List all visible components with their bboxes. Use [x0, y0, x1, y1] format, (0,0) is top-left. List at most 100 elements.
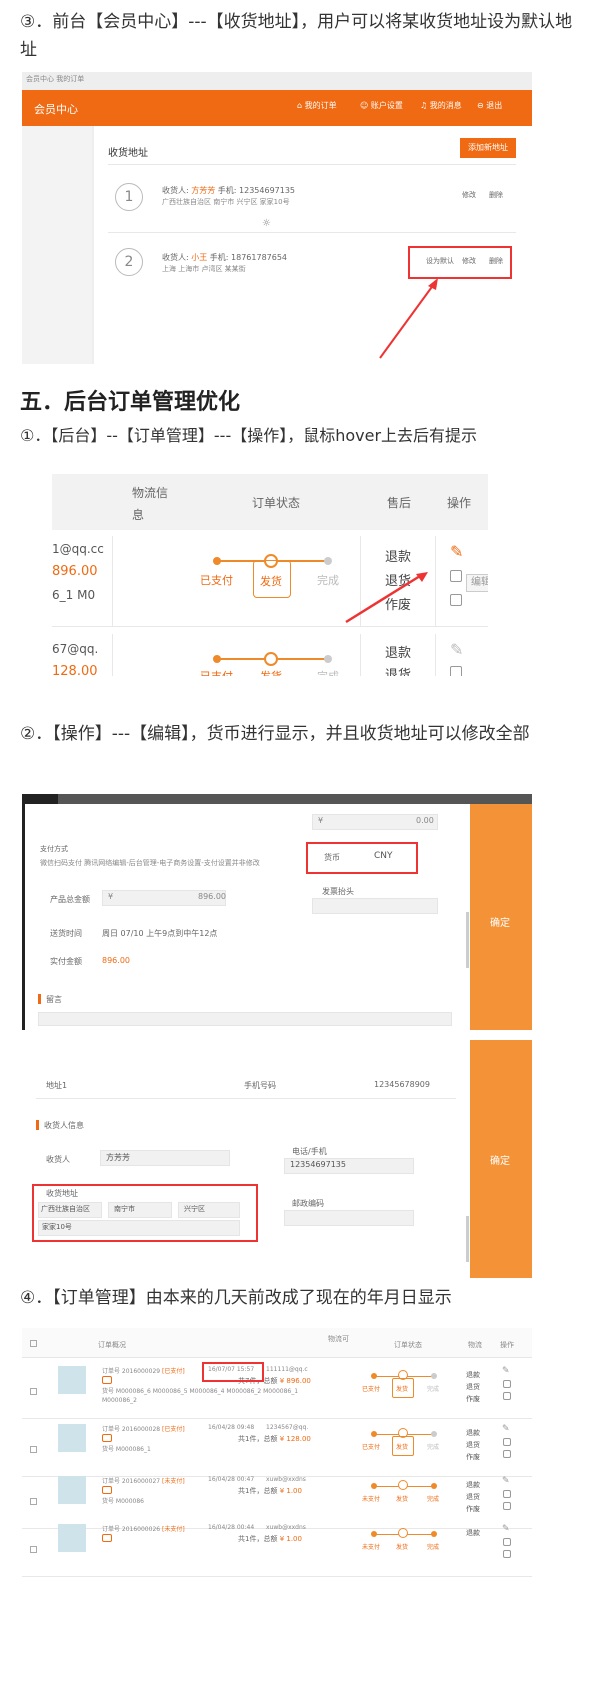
highlight-box — [32, 1184, 258, 1242]
invoice-input[interactable] — [312, 898, 438, 914]
delete-link-1[interactable]: 删除 — [489, 190, 503, 200]
progress-dot — [213, 557, 221, 565]
receiver-label: 收货人: — [162, 186, 192, 195]
edit-icon[interactable]: ✎ — [450, 542, 463, 561]
confirm-label: 确定 — [490, 918, 510, 929]
nav-my-orders[interactable]: ⌂ 我的订单 — [297, 100, 337, 111]
paragraph-default-address: ③．前台【会员中心】---【收货地址】，用户可以将某收货地址设为默认地址 — [20, 12, 573, 60]
list-icon[interactable] — [503, 1450, 511, 1458]
document-icon[interactable] — [450, 570, 462, 582]
row-checkbox[interactable] — [30, 1498, 37, 1505]
order-number: 订单号 2016000026 [未支付] — [102, 1524, 185, 1533]
paragraph-date-format: ④．【订单管理】由本来的几天前改成了现在的年月日显示 — [20, 1288, 452, 1308]
nav-label: 账户设置 — [370, 101, 403, 110]
after-void[interactable]: 作废 — [466, 1452, 480, 1462]
summary-amount: ¥ 1.00 — [279, 1535, 302, 1543]
header-shipping: 物流 — [468, 1341, 482, 1349]
document-icon[interactable] — [503, 1538, 511, 1546]
step-3: 完成 — [427, 1386, 440, 1393]
progress-dot — [324, 655, 332, 663]
summary-label: 共1件，总额 — [238, 1435, 278, 1443]
order-state: [已支付] — [162, 1368, 185, 1375]
row-checkbox[interactable] — [30, 1546, 37, 1553]
note-input[interactable] — [38, 1012, 452, 1026]
order-state: [未支付] — [162, 1526, 185, 1533]
step-2: 发货 — [396, 1444, 409, 1451]
edit-icon[interactable]: ✎ — [502, 1476, 510, 1486]
vertical-divider — [112, 634, 113, 676]
list-icon[interactable] — [503, 1502, 511, 1510]
address-line-1: 收货人: 方芳芳 手机: 12354697135 — [162, 185, 295, 196]
list-icon[interactable] — [450, 594, 462, 606]
address-row-name: 地址1 — [46, 1081, 68, 1090]
document-icon[interactable] — [450, 666, 462, 676]
order-id: 订单号 2016000027 — [102, 1478, 161, 1485]
address-row-phone: 12345678909 — [374, 1080, 430, 1089]
zip-input[interactable] — [284, 1210, 414, 1226]
after-refund[interactable]: 退款 — [466, 1370, 480, 1380]
after-return[interactable]: 退货 — [466, 1440, 480, 1450]
row1-email: 1@qq.cc — [52, 542, 104, 556]
section-title: 收货人信息 — [44, 1121, 84, 1130]
add-address-button[interactable]: 添加新地址 — [460, 138, 516, 158]
progress-dot — [324, 557, 332, 565]
select-all-checkbox[interactable] — [30, 1340, 37, 1347]
row2-email: 67@qq. — [52, 642, 99, 656]
address-number-1: 1 — [115, 183, 143, 211]
brand-title: 会员中心 — [34, 103, 78, 116]
nav-logout[interactable]: ⊖ 退出 — [477, 100, 502, 111]
after-void[interactable]: 作废 — [466, 1394, 480, 1404]
after-void[interactable]: 作废 — [466, 1504, 480, 1514]
edit-icon[interactable]: ✎ — [502, 1524, 510, 1534]
scroll-bar[interactable] — [466, 1216, 469, 1262]
order-email: xuwb@xxdns — [266, 1524, 306, 1531]
screenshot-member-center: 会员中心 我的订单 会员中心 ⌂ 我的订单 ☺ 账户设置 ♫ 我的消息 ⊖ 退出… — [22, 72, 532, 364]
list-icon[interactable] — [503, 1550, 511, 1558]
order-date: 16/04/28 09:48 — [208, 1424, 255, 1431]
after-refund[interactable]: 退款 — [466, 1428, 480, 1438]
after-refund[interactable]: 退款 — [466, 1480, 480, 1490]
after-return[interactable]: 退货 — [466, 1382, 480, 1392]
receiver-label: 收货人 — [46, 1155, 70, 1164]
header-status: 订单状态 — [394, 1341, 422, 1349]
top-dark-bar-left — [22, 794, 58, 804]
row-checkbox[interactable] — [30, 1446, 37, 1453]
list-icon[interactable] — [503, 1392, 511, 1400]
paid-value: 896.00 — [102, 956, 130, 965]
nav-messages[interactable]: ♫ 我的消息 — [420, 100, 462, 111]
address-line-2: 收货人: 小王 手机: 18761787654 — [162, 252, 287, 263]
confirm-label: 确定 — [490, 1156, 510, 1167]
goods-list: 货号 M000086_6 M000086_5 M000086_4 M000086… — [102, 1388, 299, 1404]
nav-account[interactable]: ☺ 账户设置 — [360, 100, 403, 111]
step-3: 完成 — [427, 1544, 440, 1551]
after-return[interactable]: 退货 — [385, 664, 411, 676]
progress-dot — [371, 1531, 377, 1537]
loading-icon: ☼ — [262, 218, 271, 229]
edit-icon[interactable]: ✎ — [450, 640, 463, 659]
document-icon[interactable] — [503, 1438, 511, 1446]
address-detail-2: 上海 上海市 卢湾区 某某街 — [162, 265, 246, 273]
edit-link-1[interactable]: 修改 — [462, 190, 476, 200]
content-panel — [94, 126, 532, 364]
after-refund[interactable]: 退款 — [385, 642, 411, 661]
progress-dot — [371, 1431, 377, 1437]
red-arrow — [379, 278, 438, 359]
edit-icon[interactable]: ✎ — [502, 1424, 510, 1434]
step-1: 已支付 — [362, 1386, 381, 1393]
scroll-bar[interactable] — [466, 912, 469, 968]
after-refund[interactable]: 退款 — [466, 1528, 480, 1538]
after-return[interactable]: 退货 — [466, 1492, 480, 1502]
step-1: 未支付 — [362, 1544, 381, 1551]
header-after-sales: 售后 — [387, 496, 412, 510]
document-icon[interactable] — [503, 1490, 511, 1498]
address-row-phone-label: 手机号码 — [244, 1081, 276, 1090]
section-heading: 五．后台订单管理优化 — [20, 390, 241, 415]
paid-label: 实付金额 — [50, 957, 82, 966]
edit-icon[interactable]: ✎ — [502, 1366, 510, 1376]
address-detail-1: 广西壮族自治区 南宁市 兴宁区 家家10号 — [162, 198, 290, 206]
step-ship: 发货 — [260, 575, 282, 588]
row-checkbox[interactable] — [30, 1388, 37, 1395]
after-refund[interactable]: 退款 — [385, 546, 411, 565]
document-icon[interactable] — [503, 1380, 511, 1388]
receiver-phone: 手机: 18761787654 — [209, 253, 288, 262]
